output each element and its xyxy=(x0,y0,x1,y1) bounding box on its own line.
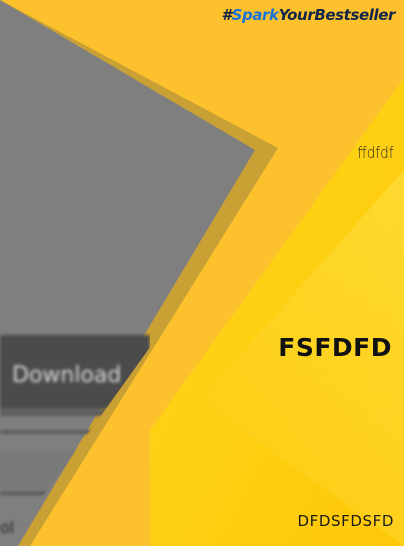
hashtag-prefix: # xyxy=(221,6,232,24)
book-cover-canvas: Download ol #SparkYourBestseller ffdfdf … xyxy=(0,0,404,546)
subtitle-text: ffdfdf xyxy=(357,143,394,162)
author-text: DFDSFDSFD xyxy=(297,512,394,530)
hashtag-spark: Spark xyxy=(231,6,279,24)
download-button-label: Download xyxy=(12,363,122,388)
hashtag-logo: #SparkYourBestseller xyxy=(221,6,396,24)
title-text: FSFDFD xyxy=(278,333,392,362)
hashtag-rest: YourBestseller xyxy=(278,6,396,24)
bottom-text-fragment: ol xyxy=(0,518,15,537)
